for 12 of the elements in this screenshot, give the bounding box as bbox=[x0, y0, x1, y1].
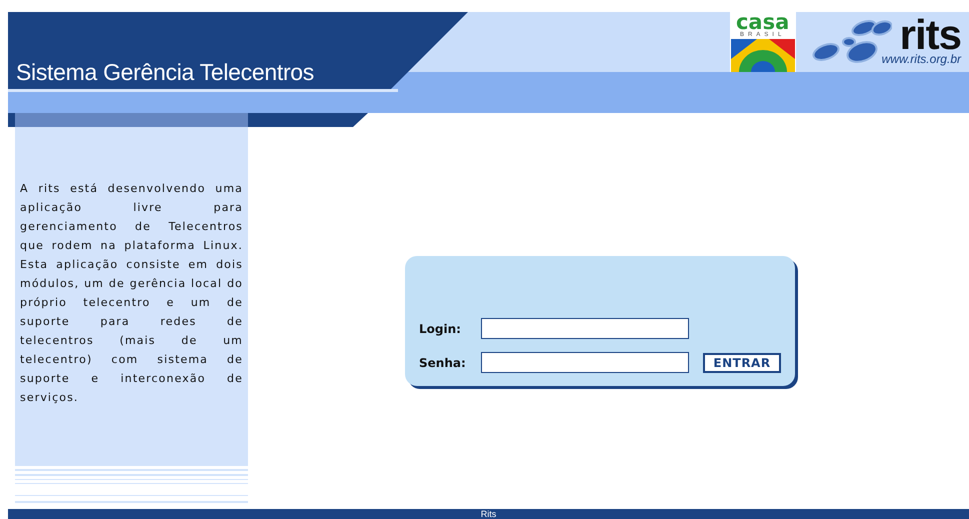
input-field[interactable] bbox=[481, 318, 689, 339]
submit-button[interactable]: ENTRAR bbox=[703, 352, 781, 372]
logo-url: www.rits.org.br bbox=[882, 52, 961, 66]
flag-drawing bbox=[730, 39, 795, 72]
description-paragraph: A rits está desenvolvendo uma aplicação livre para gerenciamento de Telecentros que rodem na plataforma Linux. Esta aplicação consiste em dois módulos, um de gerência local do próprio telecentro e um de suporte para redes de telecentros (mais de um telecentro) com sistema de suporte e interconexão de serviços. bbox=[20, 181, 243, 406]
field-label: Login: bbox=[419, 320, 462, 338]
input-field[interactable] bbox=[481, 352, 689, 373]
site-title: Sistema Gerência Telecentros bbox=[16, 59, 314, 85]
field-label: Senha: bbox=[419, 354, 467, 372]
logo-word: rits bbox=[900, 18, 961, 52]
footer-text: Rits bbox=[480, 509, 496, 519]
logo-word: casa bbox=[736, 13, 790, 31]
